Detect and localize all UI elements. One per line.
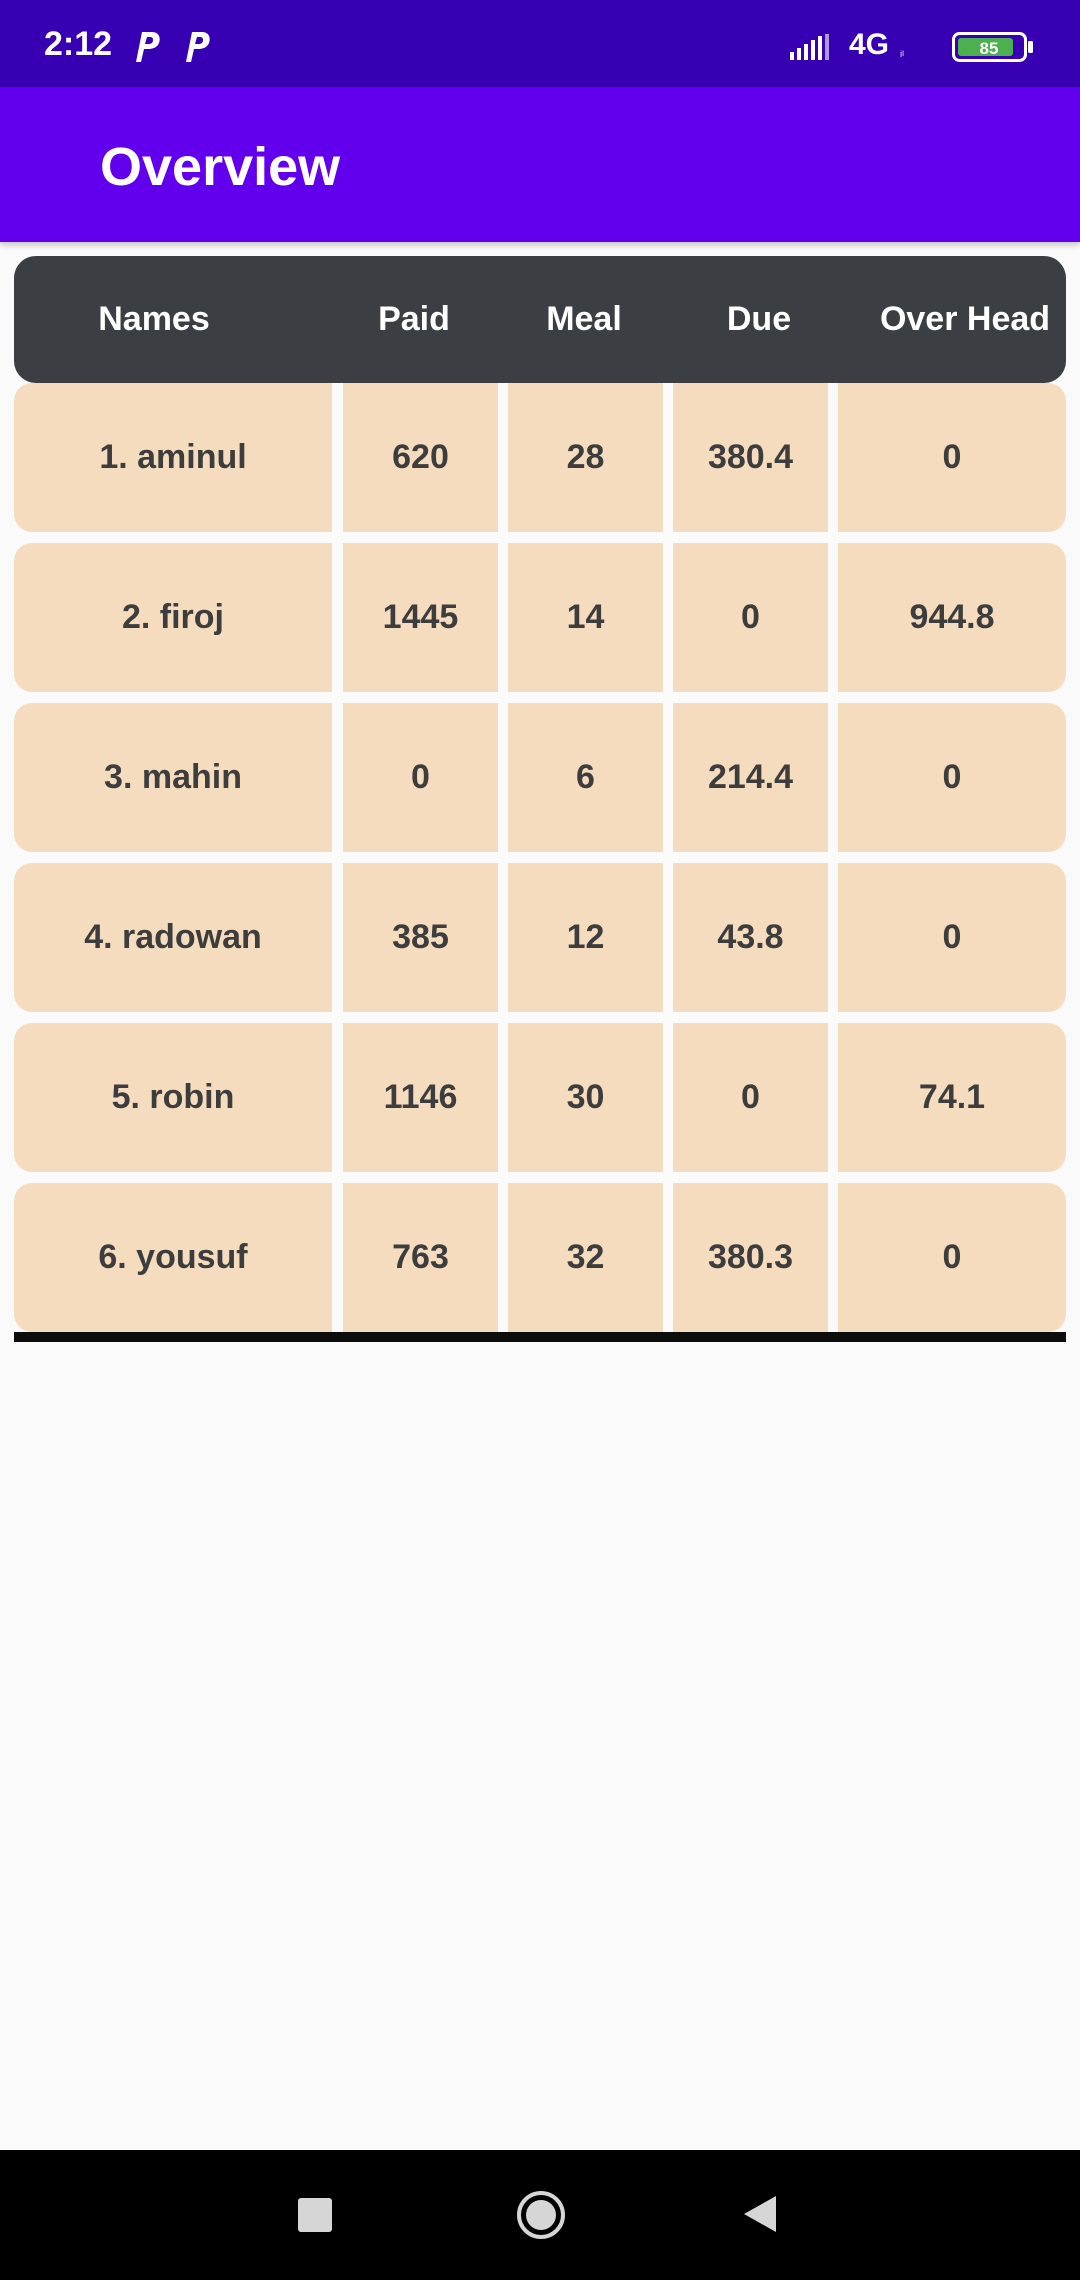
cell-over-head: 0 <box>838 703 1066 852</box>
cell-paid: 0 <box>343 703 498 852</box>
cell-name: 3. mahin <box>14 703 332 852</box>
cell-meal: 32 <box>508 1183 663 1332</box>
cell-over-head: 0 <box>838 383 1066 532</box>
cell-name: 5. robin <box>14 1023 332 1172</box>
recents-icon[interactable] <box>298 2198 332 2232</box>
column-header-paid: Paid <box>378 300 450 338</box>
network-activity-label: ᵢₗ <box>900 45 904 59</box>
table-divider <box>14 1332 1066 1342</box>
column-header-over-head: Over Head <box>879 300 1051 338</box>
cell-name: 1. aminul <box>14 383 332 532</box>
column-header-meal: Meal <box>546 300 622 338</box>
cell-paid: 1146 <box>343 1023 498 1172</box>
network-type-label: 4G <box>848 28 889 61</box>
status-bar: 2:12 4G ᵢₗ 85 <box>0 0 1080 87</box>
cell-paid: 763 <box>343 1183 498 1332</box>
cell-over-head: 74.1 <box>838 1023 1066 1172</box>
cell-paid: 1445 <box>343 543 498 692</box>
cell-due: 380.3 <box>673 1183 828 1332</box>
table-row[interactable]: 6. yousuf 763 32 380.3 0 <box>14 1183 1066 1332</box>
cell-name: 4. radowan <box>14 863 332 1012</box>
cell-over-head: 944.8 <box>838 543 1066 692</box>
cell-meal: 12 <box>508 863 663 1012</box>
cell-paid: 620 <box>343 383 498 532</box>
status-time: 2:12 <box>44 25 113 63</box>
cell-meal: 14 <box>508 543 663 692</box>
p-notification-icon <box>136 32 160 62</box>
cell-name: 6. yousuf <box>14 1183 332 1332</box>
battery-icon: 85 <box>952 32 1033 62</box>
cell-due: 0 <box>673 1023 828 1172</box>
system-nav-bar <box>0 2150 1080 2280</box>
cell-over-head: 0 <box>838 1183 1066 1332</box>
column-header-due: Due <box>726 300 792 338</box>
cell-over-head: 0 <box>838 863 1066 1012</box>
p-notification-icon <box>186 32 210 62</box>
cell-meal: 30 <box>508 1023 663 1172</box>
table-row[interactable]: 4. radowan 385 12 43.8 0 <box>14 863 1066 1012</box>
cell-paid: 385 <box>343 863 498 1012</box>
cell-meal: 28 <box>508 383 663 532</box>
table-row[interactable]: 2. firoj 1445 14 0 944.8 <box>14 543 1066 692</box>
back-icon[interactable] <box>742 2194 778 2234</box>
home-icon[interactable] <box>516 2190 566 2240</box>
battery-level: 85 <box>980 39 999 58</box>
signal-icon <box>790 34 829 60</box>
cell-due: 0 <box>673 543 828 692</box>
table-row[interactable]: 1. aminul 620 28 380.4 0 <box>14 383 1066 532</box>
cell-due: 380.4 <box>673 383 828 532</box>
table-row[interactable]: 5. robin 1146 30 0 74.1 <box>14 1023 1066 1172</box>
status-right-group: 4G ᵢₗ 85 <box>790 26 1034 62</box>
page-title: Overview <box>100 137 341 197</box>
cell-meal: 6 <box>508 703 663 852</box>
cell-name: 2. firoj <box>14 543 332 692</box>
cell-due: 43.8 <box>673 863 828 1012</box>
table-header: Names Paid Meal Due Over Head <box>14 256 1066 383</box>
cell-due: 214.4 <box>673 703 828 852</box>
column-header-names: Names <box>98 300 210 338</box>
table-row[interactable]: 3. mahin 0 6 214.4 0 <box>14 703 1066 852</box>
app-bar: Overview <box>0 87 1080 242</box>
